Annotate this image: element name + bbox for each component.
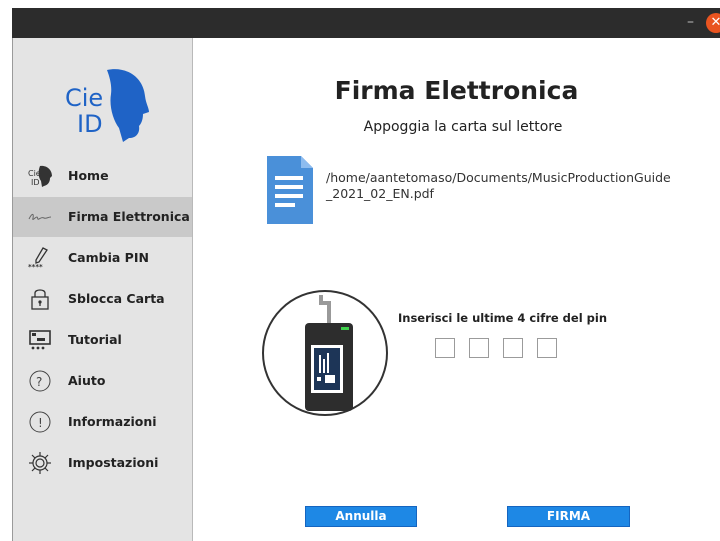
sidebar-item-label: Home (68, 168, 109, 183)
svg-text:****: **** (28, 263, 43, 270)
cie-id-logo: Cie ID (65, 69, 149, 142)
sidebar-item-home[interactable]: Cie ID Home (13, 156, 192, 196)
sidebar-item-label: Tutorial (68, 332, 122, 347)
pen-pin-icon: **** (28, 247, 48, 270)
file-path: /home/aantetomaso/Documents/MusicProduct… (326, 170, 671, 201)
sidebar-item-label: Sblocca Carta (68, 291, 165, 306)
pin-digit-4[interactable] (537, 338, 557, 358)
cie-id-icon: Cie ID (28, 165, 52, 187)
sidebar-item-sblocca-carta[interactable]: Sblocca Carta (13, 279, 192, 319)
sidebar-item-label: Informazioni (68, 414, 157, 429)
main-panel: Firma Elettronica Appoggia la carta sul … (193, 38, 720, 541)
tutorial-icon (29, 330, 51, 350)
minimize-button[interactable]: – (687, 14, 694, 30)
pin-digit-3[interactable] (503, 338, 523, 358)
card-reader-icon (262, 290, 388, 416)
sidebar-item-impostazioni[interactable]: Impostazioni (13, 443, 192, 483)
svg-text:?: ? (36, 375, 42, 389)
page-title: Firma Elettronica (334, 76, 579, 105)
pin-label: Inserisci le ultime 4 cifre del pin (398, 311, 608, 325)
svg-text:Cie: Cie (28, 169, 41, 178)
logo-text-id: ID (77, 110, 103, 138)
signature-icon (28, 213, 52, 221)
sidebar-item-informazioni[interactable]: ! Informazioni (13, 402, 192, 442)
question-icon: ? (29, 370, 51, 392)
padlock-icon (31, 289, 49, 310)
sidebar-item-label: Firma Elettronica (68, 209, 190, 224)
sidebar-item-label: Cambia PIN (68, 250, 149, 265)
logo-text-cie: Cie (65, 84, 103, 112)
close-button[interactable]: ✕ (706, 13, 720, 33)
sign-button[interactable]: FIRMA (507, 506, 630, 527)
svg-text:ID: ID (31, 178, 40, 187)
svg-text:!: ! (38, 416, 43, 430)
sidebar: Cie ID Cie ID Home Firma Elettronica ***… (13, 38, 193, 541)
sidebar-item-firma-elettronica[interactable]: Firma Elettronica (13, 197, 192, 237)
sidebar-item-cambia-pin[interactable]: **** Cambia PIN (13, 238, 192, 278)
cancel-button[interactable]: Annulla (305, 506, 417, 527)
sidebar-item-label: Impostazioni (68, 455, 159, 470)
pin-digit-1[interactable] (435, 338, 455, 358)
logo-face-silhouette (107, 69, 149, 142)
sidebar-item-tutorial[interactable]: Tutorial (13, 320, 192, 360)
sidebar-item-label: Aiuto (68, 373, 106, 388)
gear-icon (29, 452, 51, 474)
exclamation-icon: ! (29, 411, 51, 433)
pin-digit-2[interactable] (469, 338, 489, 358)
sidebar-item-aiuto[interactable]: ? Aiuto (13, 361, 192, 401)
page-subtitle: Appoggia la carta sul lettore (363, 119, 563, 135)
left-gutter (0, 0, 12, 541)
title-bar: – ✕ (12, 8, 720, 38)
document-icon (267, 156, 313, 224)
